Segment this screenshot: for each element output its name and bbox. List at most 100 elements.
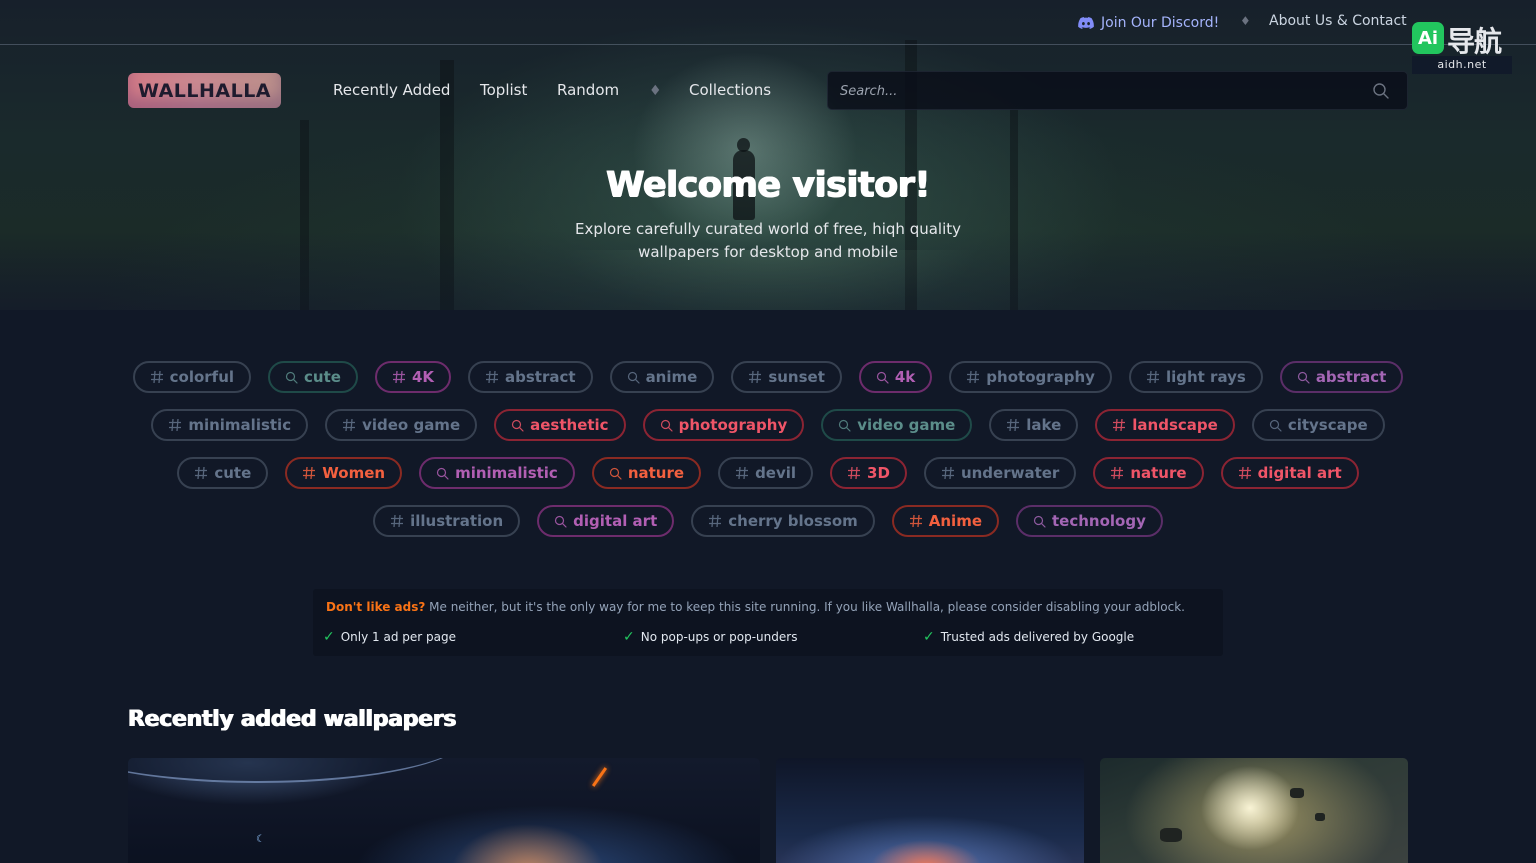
hash-icon <box>1238 466 1252 480</box>
ad-check-label: No pop-ups or pop-unders <box>640 630 798 644</box>
search-icon <box>838 419 851 432</box>
discord-icon <box>1078 17 1094 29</box>
check-icon: ✓ <box>923 629 935 645</box>
about-contact-link[interactable]: About Us & Contact <box>1269 13 1407 29</box>
wallpaper-thumbnail[interactable]: ☾ <box>128 758 760 863</box>
thumb-rock <box>1290 788 1304 798</box>
tag-label: digital art <box>1257 464 1342 482</box>
tag-label: abstract <box>505 368 576 386</box>
site-logo[interactable]: WALLHALLA <box>128 73 281 108</box>
nav-recently-added[interactable]: Recently Added <box>333 81 450 99</box>
tag-label: cute <box>304 368 341 386</box>
thumb-rock <box>1315 813 1325 821</box>
search-icon <box>660 419 673 432</box>
hash-icon <box>1146 370 1160 384</box>
tag-chip[interactable]: illustration <box>373 505 521 537</box>
tag-chip[interactable]: aesthetic <box>494 409 626 441</box>
search-icon <box>554 515 567 528</box>
tag-row: minimalistic video game aesthetic photograp… <box>0 409 1536 441</box>
tag-label: landscape <box>1132 416 1218 434</box>
hash-icon <box>735 466 749 480</box>
wallpaper-thumbnail[interactable] <box>776 758 1084 863</box>
tag-label: 4K <box>411 368 435 386</box>
aidh-watermark[interactable]: Ai 导航 aidh.net <box>1412 22 1512 74</box>
tag-label: lake <box>1026 416 1062 434</box>
tag-chip[interactable]: light rays <box>1128 361 1263 393</box>
tag-chip[interactable]: landscape <box>1095 409 1235 441</box>
check-icon: ✓ <box>623 629 635 645</box>
wallpaper-thumbnail[interactable] <box>1100 758 1408 863</box>
tag-chip[interactable]: technology <box>1016 505 1163 537</box>
search-icon <box>627 371 640 384</box>
search-icon <box>436 467 449 480</box>
ad-notice-lead: Don't like ads? <box>326 600 426 614</box>
tag-label: cherry blossom <box>728 512 858 530</box>
tag-chip[interactable]: sunset <box>731 361 842 393</box>
search-icon <box>876 371 889 384</box>
aidh-logo-text: 导航 <box>1447 25 1502 58</box>
tag-chip[interactable]: cityscape <box>1251 409 1385 441</box>
ad-notice: Don't like ads? Me neither, but it's the… <box>313 589 1223 656</box>
tag-row: colorful cute 4K abstract anime sunset 4k photo… <box>0 361 1536 393</box>
discord-link[interactable]: Join Our Discord! <box>1078 13 1219 33</box>
hash-icon <box>1110 466 1124 480</box>
nav-collections[interactable]: Collections <box>689 81 771 99</box>
search-icon <box>511 419 524 432</box>
aidh-url: aidh.net <box>1412 56 1512 74</box>
tag-chip[interactable]: abstract <box>1279 361 1404 393</box>
tag-chip[interactable]: digital art <box>1220 457 1359 489</box>
ad-check-item: ✓ Trusted ads delivered by Google <box>923 629 1134 645</box>
thumb-streak <box>591 767 608 787</box>
tag-chip[interactable]: photography <box>642 409 805 441</box>
tag-label: nature <box>627 464 685 482</box>
tag-label: video game <box>857 416 956 434</box>
tag-chip[interactable]: nature <box>1093 457 1204 489</box>
hash-icon <box>966 370 980 384</box>
tag-chip[interactable]: nature <box>591 457 702 489</box>
tag-chip[interactable]: 4K <box>374 361 452 393</box>
nav-random[interactable]: Random <box>557 81 619 99</box>
tag-label: photography <box>678 416 788 434</box>
tag-label: cute <box>214 464 252 482</box>
search-input[interactable] <box>840 80 1340 102</box>
aidh-logo: Ai <box>1412 22 1444 54</box>
ad-notice-text: Don't like ads? Me neither, but it's the… <box>326 600 1185 614</box>
discord-label: Join Our Discord! <box>1101 15 1220 31</box>
tag-label: cityscape <box>1287 416 1368 434</box>
tag-chip[interactable]: 3D <box>830 457 907 489</box>
hash-icon <box>1112 418 1126 432</box>
tag-chip[interactable]: minimalistic <box>151 409 309 441</box>
tag-chip[interactable]: 4k <box>858 361 933 393</box>
check-icon: ✓ <box>323 629 335 645</box>
tag-chip[interactable]: cherry blossom <box>691 505 875 537</box>
tag-chip[interactable]: digital art <box>537 505 675 537</box>
tag-label: anime <box>645 368 698 386</box>
tag-chip[interactable]: cute <box>268 361 358 393</box>
tag-chip[interactable]: video game <box>325 409 478 441</box>
tag-chip[interactable]: devil <box>718 457 814 489</box>
tag-chip[interactable]: video game <box>821 409 973 441</box>
thumb-rock <box>1160 828 1182 842</box>
tag-chip[interactable]: Anime <box>891 505 999 537</box>
tag-chip[interactable]: lake <box>989 409 1079 441</box>
tag-chip[interactable]: abstract <box>468 361 593 393</box>
tag-label: digital art <box>573 512 658 530</box>
tag-label: minimalistic <box>455 464 558 482</box>
ad-notice-body: Me neither, but it's the only way for me… <box>425 600 1185 614</box>
hero-title: Welcome visitor! <box>606 165 930 205</box>
ad-check-item: ✓ Only 1 ad per page <box>323 629 456 645</box>
tag-chip[interactable]: colorful <box>132 361 252 393</box>
thumb-moon: ☾ <box>256 834 265 845</box>
tag-chip[interactable]: Women <box>285 457 403 489</box>
tag-label: nature <box>1130 464 1187 482</box>
search-icon[interactable] <box>1372 82 1390 100</box>
tag-chip[interactable]: minimalistic <box>419 457 575 489</box>
tag-chip[interactable]: photography <box>949 361 1112 393</box>
tag-label: technology <box>1052 512 1146 530</box>
tag-row: cute Women minimalistic nature devil 3D underw… <box>0 457 1536 489</box>
hash-icon <box>941 466 955 480</box>
nav-toplist[interactable]: Toplist <box>480 81 527 99</box>
tag-chip[interactable]: cute <box>177 457 269 489</box>
tag-chip[interactable]: underwater <box>923 457 1077 489</box>
tag-chip[interactable]: anime <box>609 361 715 393</box>
